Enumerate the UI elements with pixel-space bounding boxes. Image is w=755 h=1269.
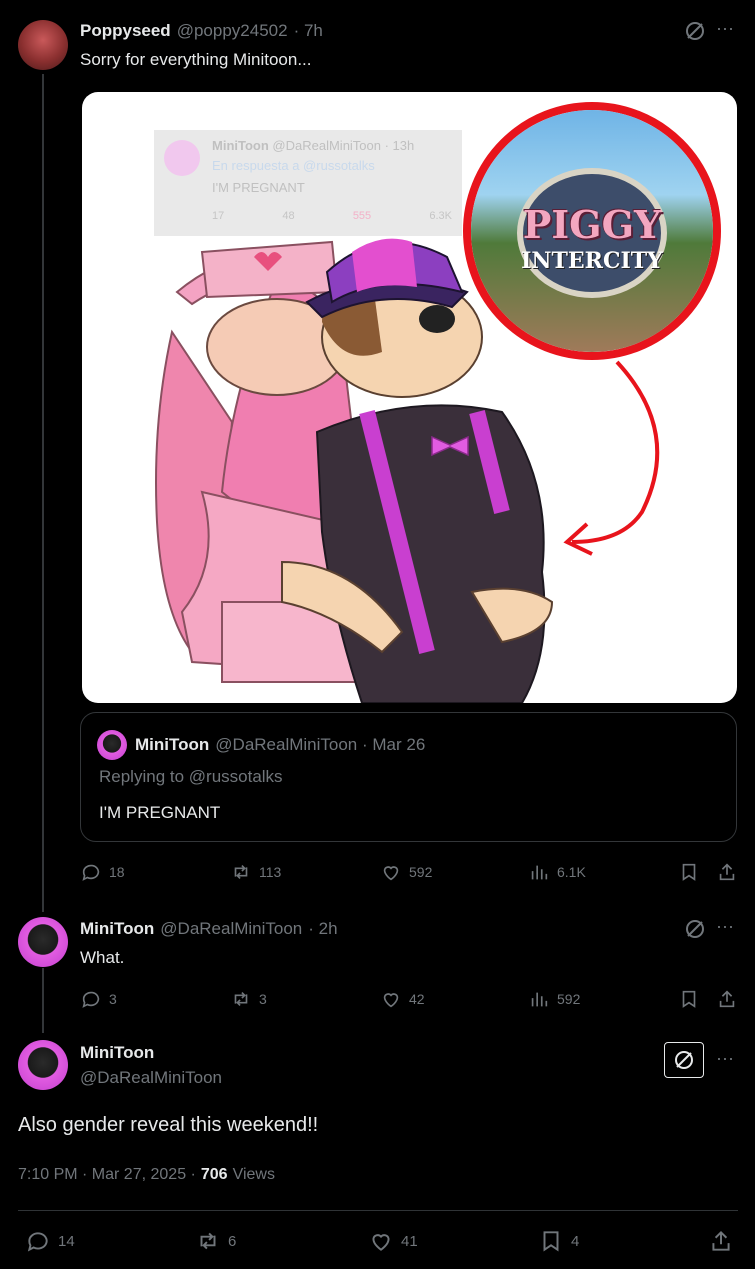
more-icon[interactable]: ··· — [716, 916, 734, 937]
heart-icon — [372, 1234, 390, 1251]
bookmark-icon — [682, 990, 696, 1008]
timestamp[interactable]: · 2h — [308, 919, 337, 939]
quoted-tweet[interactable]: MiniToon @DaRealMiniToon · Mar 26 Replyi… — [80, 712, 737, 842]
bookmark-icon — [682, 863, 696, 881]
divider — [18, 1210, 738, 1211]
view-count: 706 — [200, 1166, 228, 1183]
thread-line — [42, 968, 44, 1033]
bookmark-icon — [543, 1231, 559, 1252]
avatar — [97, 730, 127, 760]
more-icon[interactable]: ··· — [716, 1048, 734, 1069]
bookmark-button[interactable] — [678, 861, 700, 883]
author-name[interactable]: Poppyseed — [80, 21, 171, 41]
repost-count: 6 — [228, 1232, 237, 1250]
views-icon — [531, 992, 548, 1007]
views-button[interactable]: 592 — [528, 988, 580, 1010]
reply-button[interactable]: 3 — [80, 988, 117, 1010]
grok-button[interactable] — [664, 1042, 704, 1078]
grok-icon — [675, 1051, 693, 1069]
repost-button[interactable]: 6 — [195, 1228, 236, 1254]
share-icon — [719, 863, 735, 881]
game-logo-image: PIGGY INTERCITY — [471, 110, 713, 352]
like-count: 592 — [409, 864, 433, 880]
reply-button[interactable]: 18 — [80, 861, 125, 883]
reply-icon — [27, 1232, 48, 1252]
bookmark-button[interactable]: 4 — [538, 1228, 579, 1254]
like-count: 41 — [401, 1232, 418, 1250]
views-icon — [531, 865, 548, 880]
repost-count: 3 — [259, 991, 267, 1007]
reply-icon — [82, 991, 100, 1008]
views-label: Views — [232, 1166, 275, 1183]
quoted-handle: @DaRealMiniToon · Mar 26 — [215, 735, 426, 754]
like-button[interactable]: 42 — [380, 988, 425, 1010]
repost-icon — [234, 864, 248, 880]
quoted-text: I'M PREGNANT — [99, 803, 221, 822]
tweet-header: MiniToon @DaRealMiniToon · 2h — [80, 919, 338, 939]
tweet-meta: 7:10 PM · Mar 27, 2025 · 706 Views — [18, 1166, 275, 1184]
bookmark-count: 4 — [571, 1232, 580, 1250]
share-icon — [712, 1230, 730, 1251]
like-button[interactable]: 41 — [368, 1228, 418, 1254]
repost-icon — [234, 991, 248, 1007]
tweet-text: Sorry for everything Minitoon... — [80, 50, 312, 69]
reply-button[interactable]: 14 — [25, 1228, 75, 1254]
share-button[interactable] — [716, 861, 738, 883]
logo-title: PIGGY — [522, 202, 662, 247]
heart-icon — [383, 993, 399, 1008]
author-handle[interactable]: @DaRealMiniToon — [80, 1068, 222, 1088]
bookmark-button[interactable] — [678, 988, 700, 1010]
reply-count: 18 — [109, 864, 125, 880]
author-handle[interactable]: @poppy24502 — [177, 21, 288, 41]
tweet-datetime[interactable]: 7:10 PM · Mar 27, 2025 · — [18, 1166, 196, 1184]
replying-to: Replying to @russotalks — [99, 767, 283, 786]
like-count: 42 — [409, 991, 425, 1007]
logo-subtitle: INTERCITY — [521, 248, 663, 274]
views-button[interactable]: 6.1K — [528, 861, 586, 883]
author-handle[interactable]: @DaRealMiniToon — [160, 919, 302, 939]
repost-icon — [200, 1232, 216, 1250]
author-name[interactable]: MiniToon — [80, 919, 154, 939]
tweet-media-image[interactable]: MiniToon @DaRealMiniToon · 13h En respue… — [82, 92, 737, 703]
repost-count: 113 — [259, 864, 282, 880]
avatar[interactable] — [18, 1040, 68, 1090]
views-count: 592 — [557, 991, 581, 1007]
tweet-header: Poppyseed @poppy24502 · 7h — [80, 21, 323, 41]
share-button[interactable] — [708, 1228, 734, 1254]
avatar[interactable] — [18, 917, 68, 967]
timestamp[interactable]: · 7h — [294, 21, 323, 41]
share-icon — [719, 990, 735, 1008]
heart-icon — [383, 866, 399, 881]
reply-count: 14 — [58, 1232, 75, 1250]
repost-button[interactable]: 113 — [230, 861, 281, 883]
tweet-text: What. — [80, 948, 125, 967]
grok-icon[interactable] — [684, 918, 706, 945]
repost-button[interactable]: 3 — [230, 988, 267, 1010]
quoted-name: MiniToon — [135, 735, 210, 754]
thread-line — [42, 74, 44, 912]
author-name[interactable]: MiniToon — [80, 1043, 154, 1063]
like-button[interactable]: 592 — [380, 861, 432, 883]
share-button[interactable] — [716, 988, 738, 1010]
views-count: 6.1K — [557, 864, 586, 880]
reply-icon — [82, 864, 100, 881]
grok-icon[interactable] — [684, 20, 706, 47]
reply-count: 3 — [109, 991, 117, 1007]
more-icon[interactable]: ··· — [716, 18, 734, 39]
avatar[interactable] — [18, 20, 68, 70]
tweet-text: Also gender reveal this weekend!! — [18, 1114, 319, 1136]
